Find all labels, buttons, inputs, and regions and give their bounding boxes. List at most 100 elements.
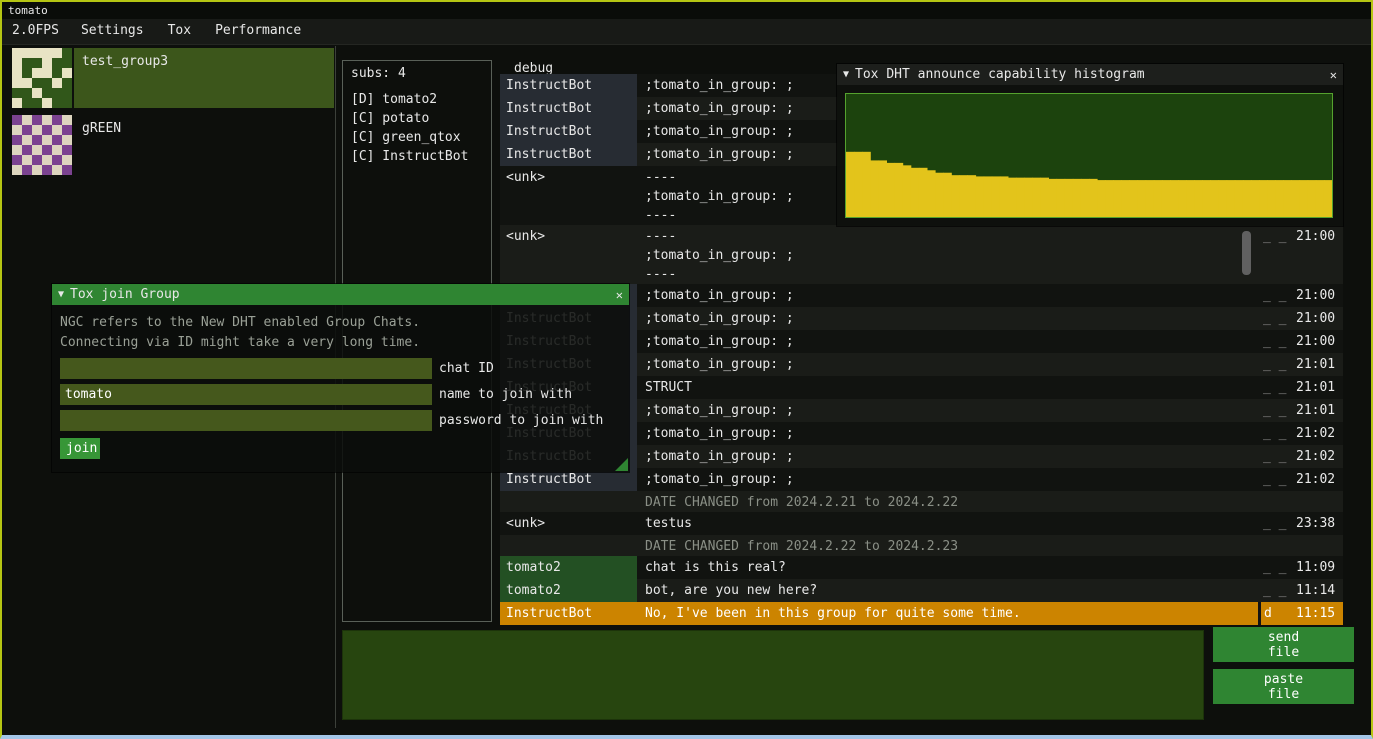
message-text: ---- ;tomato_in_group: ; ---- — [637, 225, 1258, 284]
sender-name: InstructBot — [500, 120, 637, 143]
histogram-bar — [1292, 180, 1301, 217]
avatar-pixel — [22, 125, 32, 135]
paste-file-button[interactable]: paste file — [1213, 669, 1354, 704]
histogram-bar — [1219, 180, 1228, 217]
message-flags: _ _ — [1258, 445, 1292, 468]
histogram-bar — [1065, 179, 1074, 217]
avatar-pixel — [62, 68, 72, 78]
histogram-bar — [992, 176, 1001, 217]
sender-name: tomato2 — [500, 556, 637, 579]
avatar-pixel — [12, 115, 22, 125]
avatar-pixel — [52, 155, 62, 165]
member-item-green_qtox[interactable]: [C] green_qtox — [343, 128, 491, 147]
avatar-pixel — [42, 155, 52, 165]
avatar-pixel — [12, 145, 22, 155]
message-input[interactable] — [342, 630, 1204, 720]
collapse-icon[interactable]: ▼ — [58, 289, 64, 300]
join-hint-line1: NGC refers to the New DHT enabled Group … — [60, 313, 621, 333]
avatar-pixel — [62, 88, 72, 98]
avatar-pixel — [32, 125, 42, 135]
histogram-bar — [1113, 180, 1122, 217]
message-time: 21:00 — [1292, 330, 1341, 353]
join-window-titlebar[interactable]: ▼ Tox join Group ✕ — [52, 284, 629, 305]
message-flags: _ _ — [1258, 353, 1292, 376]
avatar-pixel — [12, 78, 22, 88]
histogram-bar — [927, 170, 936, 217]
chat-scrollbar-thumb[interactable] — [1242, 231, 1251, 275]
chat-message-row[interactable]: <unk>---- ;tomato_in_group: ; ----_ _21:… — [500, 225, 1343, 284]
group-label-box: gREEN — [74, 115, 334, 175]
histogram-bar — [1016, 178, 1025, 217]
group-name: gREEN — [82, 121, 121, 136]
chat-message-row[interactable]: <unk>testus_ _23:38 — [500, 512, 1343, 535]
message-flags: _ _ — [1258, 399, 1292, 422]
menu-performance[interactable]: Performance — [203, 19, 313, 44]
histogram-bar — [1267, 180, 1276, 217]
histogram-bar — [1154, 180, 1163, 217]
histogram-bar — [919, 168, 928, 217]
join-hint-line2: Connecting via ID might take a very long… — [60, 333, 621, 353]
close-icon[interactable]: ✕ — [616, 288, 623, 302]
histogram-bar — [1089, 179, 1098, 217]
avatar-pixel — [32, 155, 42, 165]
message-flags: _ _ — [1258, 284, 1292, 307]
message-flags: _ _ — [1258, 512, 1292, 535]
sidebar-group-green[interactable]: gREEN — [12, 115, 334, 175]
avatar-pixel — [52, 48, 62, 58]
close-icon[interactable]: ✕ — [1330, 68, 1337, 82]
chat-id-input[interactable] — [60, 358, 432, 379]
member-item-instructbot[interactable]: [C] InstructBot — [343, 147, 491, 166]
window-titlebar[interactable]: tomato — [2, 2, 1371, 19]
message-time: 21:00 — [1292, 284, 1341, 307]
fps-counter: 2.0FPS — [2, 19, 69, 44]
sender-name: <unk> — [500, 512, 637, 535]
resize-grip[interactable] — [615, 458, 628, 471]
member-item-potato[interactable]: [C] potato — [343, 109, 491, 128]
subs-count: subs: 4 — [343, 61, 491, 90]
message-text: ;tomato_in_group: ; — [637, 284, 1258, 307]
histogram-window: ▼ Tox DHT announce capability histogram … — [837, 64, 1343, 226]
send-file-button[interactable]: send file — [1213, 627, 1354, 662]
histogram-bar — [1057, 179, 1066, 217]
avatar-pixel — [42, 125, 52, 135]
histogram-bar — [1049, 179, 1058, 217]
avatar-pixel — [22, 98, 32, 108]
menu-tox[interactable]: Tox — [156, 19, 203, 44]
avatar-pixel — [62, 125, 72, 135]
chat-message-row[interactable]: tomato2bot, are you new here?_ _11:14 — [500, 579, 1343, 602]
avatar-pixel — [62, 155, 72, 165]
avatar-pixel — [32, 48, 42, 58]
histogram-bar — [887, 163, 896, 217]
avatar-pixel — [22, 145, 32, 155]
menu-bar: 2.0FPS Settings Tox Performance — [2, 19, 1371, 45]
chat-message-row[interactable]: InstructBotNo, I've been in this group f… — [500, 602, 1343, 625]
histogram-bar — [1275, 180, 1284, 217]
message-text: testus — [637, 512, 1258, 535]
message-time: 21:01 — [1292, 376, 1341, 399]
sender-name: InstructBot — [500, 143, 637, 166]
collapse-icon[interactable]: ▼ — [843, 69, 849, 80]
histogram-bar — [1138, 180, 1147, 217]
join-button[interactable]: join — [60, 438, 100, 459]
member-item-tomato2[interactable]: [D] tomato2 — [343, 90, 491, 109]
avatar-pixel — [32, 145, 42, 155]
histogram-bar — [1202, 180, 1211, 217]
avatar-pixel — [52, 58, 62, 68]
sidebar-group-test_group3[interactable]: test_group3 — [12, 48, 334, 108]
menu-settings[interactable]: Settings — [69, 19, 156, 44]
histogram-bar — [870, 160, 879, 217]
message-text: chat is this real? — [637, 556, 1258, 579]
message-text: ;tomato_in_group: ; — [637, 468, 1258, 491]
join-password-input[interactable] — [60, 410, 432, 431]
histogram-window-titlebar[interactable]: ▼ Tox DHT announce capability histogram … — [837, 64, 1343, 85]
avatar-pixel — [52, 125, 62, 135]
chat-id-row: chat ID — [60, 358, 621, 379]
message-time: 11:09 — [1292, 556, 1341, 579]
avatar-pixel — [22, 58, 32, 68]
chat-message-row[interactable]: tomato2chat is this real?_ _11:09 — [500, 556, 1343, 579]
avatar-pixel — [22, 115, 32, 125]
join-name-input[interactable] — [60, 384, 432, 405]
avatar-pixel — [62, 115, 72, 125]
histogram-bar — [1073, 179, 1082, 217]
message-text: ;tomato_in_group: ; — [637, 399, 1258, 422]
